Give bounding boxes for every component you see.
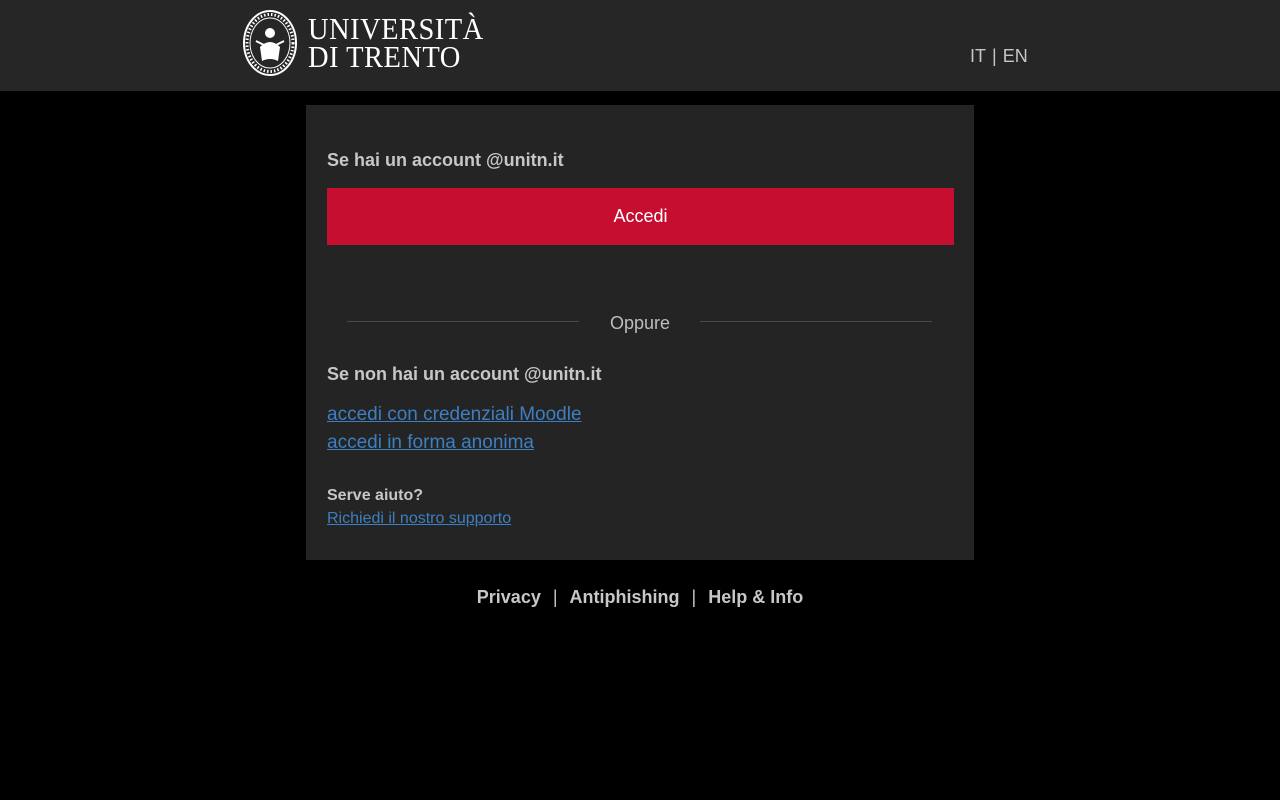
language-en-link[interactable]: EN	[1003, 46, 1028, 66]
wordmark-line-2: DI TRENTO	[308, 39, 461, 74]
language-it-link[interactable]: IT	[970, 46, 986, 66]
university-seal-icon	[243, 10, 297, 76]
login-button[interactable]: Accedi	[327, 188, 954, 245]
footer: Privacy | Antiphishing | Help & Info	[0, 586, 1280, 608]
top-header: UNIVERSITÀ DI TRENTO IT | EN	[0, 0, 1280, 91]
divider-line-right	[700, 321, 932, 322]
footer-separator: |	[691, 587, 697, 607]
account-heading: Se hai un account @unitn.it	[327, 150, 564, 170]
language-separator: |	[992, 46, 997, 66]
anonymous-login-link[interactable]: accedi in forma anonima	[327, 432, 534, 454]
footer-separator: |	[552, 587, 558, 607]
privacy-link[interactable]: Privacy	[477, 587, 541, 607]
divider-text: Oppure	[609, 313, 671, 333]
divider-line-left	[347, 321, 579, 322]
login-card: Se hai un account @unitn.it Accedi Oppur…	[306, 105, 974, 560]
university-logo[interactable]: UNIVERSITÀ DI TRENTO	[242, 8, 484, 78]
university-wordmark: UNIVERSITÀ DI TRENTO	[308, 13, 484, 74]
antiphishing-link[interactable]: Antiphishing	[570, 587, 680, 607]
help-title: Serve aiuto?	[327, 487, 424, 504]
language-switcher: IT | EN	[970, 46, 1028, 66]
moodle-login-link[interactable]: accedi con credenziali Moodle	[327, 404, 582, 426]
support-link[interactable]: Richiedi il nostro supporto	[327, 510, 511, 528]
help-info-link[interactable]: Help & Info	[708, 587, 803, 607]
no-account-heading: Se non hai un account @unitn.it	[327, 364, 602, 384]
